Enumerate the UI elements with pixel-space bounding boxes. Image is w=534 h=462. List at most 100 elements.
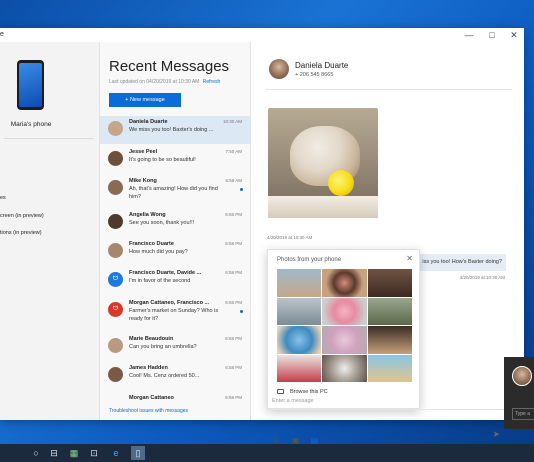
conversation-item[interactable]: Marie Beaudouin 6:58 PM Can you bring an… [100, 333, 251, 361]
briefcase-icon[interactable]: ⊡ [87, 446, 101, 460]
avatar [512, 366, 532, 386]
avatar [108, 121, 123, 136]
photo-thumbnail[interactable] [367, 269, 412, 297]
refresh-link[interactable]: Refresh [203, 79, 221, 85]
browse-pc-link[interactable]: Browse this PC [277, 389, 328, 395]
contact-avatar [269, 59, 289, 79]
store-icon[interactable]: ▦ [67, 446, 81, 460]
conversation-item[interactable]: Francisco Duarte 6:58 PM How much did yo… [100, 238, 251, 266]
conversation-item[interactable]: Angelia Wong 6:58 PM See you soon, thank… [100, 209, 251, 237]
photo-thumbnail[interactable] [322, 354, 367, 382]
nav-item-phone-screen[interactable]: creen (in preview) [0, 213, 44, 219]
conversation-item[interactable]: Daniela Duarte 10:30 AM We miss you too!… [100, 116, 251, 144]
conversation-preview: How much did you pay? [129, 249, 188, 255]
photo-thumbnail[interactable] [322, 269, 367, 297]
conversation-preview: We miss you too! Baxter's doing ... [129, 127, 214, 133]
photo-thumbnail[interactable] [367, 354, 412, 382]
edge-icon[interactable]: e [109, 446, 123, 460]
conversation-preview: Ah, that's amazing! How did you find him… [129, 186, 218, 200]
conversation-item[interactable]: ᗢ Morgan Cattaneo, Francisco ... 6:58 PM… [100, 297, 251, 325]
last-updated-text: Last updated on 04/20/2019 at 10:30 AM [109, 79, 200, 85]
phone-name: Maria's phone [10, 121, 52, 128]
title-bar: e — □ ✕ [0, 28, 524, 42]
conversation-time: 7:50 AM [225, 149, 242, 154]
conversation-name: Jesse Peel [129, 149, 158, 155]
close-button[interactable]: ✕ [507, 29, 521, 41]
photo-thumbnail[interactable] [277, 354, 322, 382]
photo-thumbnail[interactable] [277, 326, 322, 354]
photo-thumbnail[interactable] [277, 269, 322, 297]
conversation-time: 6:58 PM [225, 365, 242, 370]
conversation-time: 10:30 AM [222, 119, 242, 124]
avatar [108, 151, 123, 166]
photo-grid [277, 269, 412, 382]
nav-item-messages[interactable]: es [0, 195, 6, 201]
conversation-name: Mike Kong [129, 178, 157, 184]
message-input[interactable]: Enter a message [272, 398, 314, 404]
photo-timestamp: 4/20/2019 at 10:30 AM [267, 235, 313, 240]
photo-picker-popup: Photos from your phone ✕ Browse this PC [267, 249, 420, 409]
avatar [108, 338, 123, 353]
conversation-preview: I'm in favor of the second [129, 278, 191, 284]
task-view-icon[interactable]: ⊟ [47, 446, 61, 460]
conversation-time: 6:58 PM [225, 241, 242, 246]
browse-label: Browse this PC [290, 389, 328, 395]
conversation-preview: Cool! Ms. Cenz ordered 50... [129, 373, 200, 379]
conversation-item[interactable]: ᗢ Francisco Duarte, Davide ... 6:58 PM I… [100, 267, 251, 295]
reply-input[interactable]: Type a [512, 408, 534, 420]
photo-thumbnail[interactable] [322, 326, 367, 354]
contact-phone: + 206 545 8665 [295, 72, 334, 78]
conversation-time: 6:58 AM [225, 178, 242, 183]
conversation-item[interactable]: James Hadden 6:58 PM Cool! Ms. Cenz orde… [100, 362, 251, 390]
conversation-name: Daniela Duarte [129, 119, 168, 125]
conversation-time: 6:58 PM [225, 395, 242, 400]
avatar [108, 180, 123, 195]
window-title: e [0, 31, 4, 38]
conversation-item[interactable]: Morgan Cattaneo 6:58 PM [100, 392, 251, 408]
last-updated: Last updated on 04/20/2019 at 10:30 AM R… [109, 79, 220, 85]
avatar [108, 367, 123, 382]
conversation-preview: See you soon, thank you!!! [129, 220, 195, 226]
page-title: Recent Messages [109, 58, 230, 75]
conversation-name: Marie Beaudouin [129, 336, 174, 342]
messages-list-pane: Recent Messages Last updated on 04/20/20… [100, 42, 251, 420]
divider [4, 138, 94, 139]
conversation-pane: Daniela Duarte + 206 545 8665 4/20/2019 … [252, 42, 524, 445]
divider [266, 89, 512, 90]
dog-photo[interactable] [268, 108, 378, 218]
conversation-item[interactable]: Jesse Peel 7:50 AM It's going to be so b… [100, 146, 251, 174]
conversation-name: James Hadden [129, 365, 168, 371]
avatar [108, 243, 123, 258]
conversation-preview: Farmer's market on Sunday? Who is ready … [129, 308, 219, 322]
message-timestamp: 4/20/2019 at 10:30 AM [459, 275, 505, 280]
conversation-time: 6:58 PM [225, 270, 242, 275]
maximize-button[interactable]: □ [485, 29, 499, 41]
search-circle-icon[interactable]: ○ [29, 446, 43, 460]
troubleshoot-link[interactable]: Troubleshoot issues with messages [109, 408, 188, 414]
your-phone-window: e — □ ✕ Maria's phone es creen (in previ… [0, 28, 524, 445]
send-icon[interactable]: ➤ [492, 429, 500, 440]
folder-icon [277, 389, 284, 394]
message-notification-toast[interactable]: Type a [504, 357, 534, 429]
minimize-button[interactable]: — [462, 29, 476, 41]
close-icon[interactable]: ✕ [406, 254, 413, 263]
nav-item-notifications[interactable]: tions (in preview) [0, 230, 42, 236]
conversation-name: Francisco Duarte, Davide ... [129, 270, 202, 276]
taskbar: ○ ⊟ ▦ ⊡ e ▯ [0, 444, 534, 462]
conversation-time: 6:58 PM [225, 336, 242, 341]
unread-dot [240, 310, 243, 313]
conversation-name: Morgan Cattaneo [129, 395, 174, 401]
avatar [108, 214, 123, 229]
picker-title: Photos from your phone [277, 257, 342, 263]
your-phone-icon[interactable]: ▯ [131, 446, 145, 460]
photo-thumbnail[interactable] [277, 297, 322, 325]
group-avatar-icon: ᗢ [108, 272, 123, 287]
conversation-item[interactable]: Mike Kong 6:58 AM Ah, that's amazing! Ho… [100, 175, 251, 203]
contact-name: Daniela Duarte [295, 61, 349, 70]
photo-thumbnail[interactable] [367, 297, 412, 325]
phone-icon [17, 60, 44, 110]
photo-thumbnail[interactable] [367, 326, 412, 354]
new-message-button[interactable]: + New message [109, 93, 181, 107]
divider [266, 409, 512, 410]
photo-thumbnail[interactable] [322, 297, 367, 325]
